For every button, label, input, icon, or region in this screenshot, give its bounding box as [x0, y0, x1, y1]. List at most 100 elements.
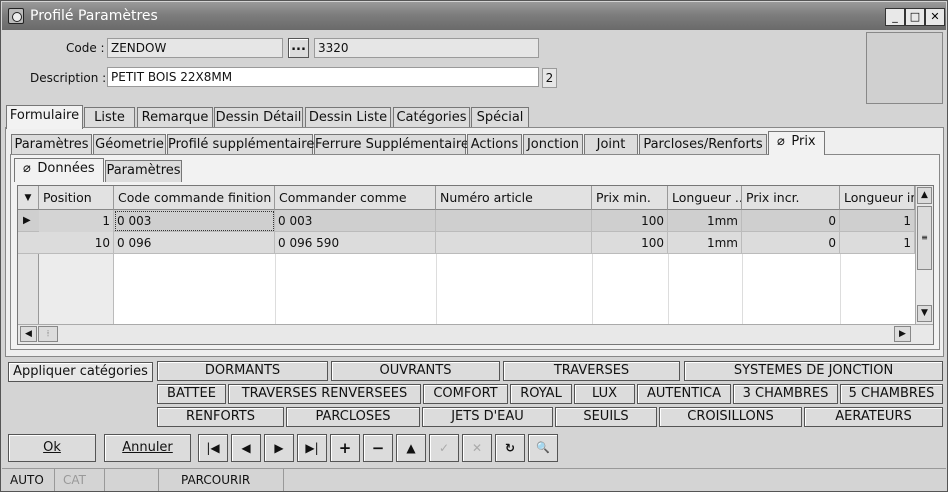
tab-remarque[interactable]: Remarque [137, 107, 213, 129]
cell-commander-comme[interactable]: 0 096 590 [275, 232, 436, 254]
cell-longueur-in[interactable]: 1 [840, 210, 915, 232]
cat-royal[interactable]: ROYAL [510, 384, 572, 404]
description-input[interactable]: PETIT BOIS 22X8MM [107, 67, 539, 87]
cell-numero-article[interactable] [436, 210, 592, 232]
scroll-left-icon[interactable]: ◀ [20, 326, 37, 342]
edit-record-icon[interactable]: ▲ [396, 434, 426, 462]
tab-parametres-inner[interactable]: Paramètres [105, 160, 182, 182]
tab-profile-supplementaire[interactable]: Profilé supplémentaire [167, 134, 314, 156]
scroll-up-icon[interactable]: ▲ [917, 187, 932, 204]
tab-formulaire[interactable]: Formulaire [6, 105, 83, 129]
tab-dessin-detail[interactable]: Dessin Détail [214, 107, 303, 129]
code-input[interactable]: ZENDOW [107, 38, 283, 58]
status-mode: AUTO [2, 469, 55, 491]
cat-ouvrants[interactable]: OUVRANTS [331, 361, 500, 381]
current-row-icon: ▶ [23, 215, 31, 226]
status-cat: CAT [55, 469, 105, 491]
status-bar: AUTO CAT PARCOURIR [2, 468, 946, 491]
vertical-scrollbar[interactable]: ▲ ≡ ▼ [915, 186, 933, 324]
paperclip-icon: ⌀ [23, 161, 31, 176]
cat-traverses-renversees[interactable]: TRAVERSES RENVERSEES [228, 384, 421, 404]
tab-joint[interactable]: Joint [584, 134, 638, 156]
tab-ferrure-supplementaire[interactable]: Ferrure Supplémentaire [314, 134, 469, 156]
delete-record-icon[interactable]: − [363, 434, 393, 462]
cell-prix-incr[interactable]: 0 [742, 232, 840, 254]
cat-battee[interactable]: BATTEE [157, 384, 226, 404]
cell-position[interactable]: 1 [39, 210, 114, 232]
tab-jonction[interactable]: Jonction [523, 134, 583, 156]
cat-systemes-jonction[interactable]: SYSTEMES DE JONCTION [684, 361, 943, 381]
paperclip-icon: ⌀ [777, 134, 785, 149]
scroll-down-icon[interactable]: ▼ [917, 305, 932, 322]
cat-jets-deau[interactable]: JETS D'EAU [422, 407, 553, 427]
cancel-button[interactable]: Annuler [104, 434, 191, 462]
last-record-icon[interactable]: ▶| [297, 434, 327, 462]
previous-record-icon[interactable]: ◀ [231, 434, 261, 462]
scroll-thumb[interactable]: ≡ [917, 206, 932, 270]
col-commander-comme[interactable]: Commander comme [275, 186, 436, 210]
hscroll-thumb[interactable]: ⦙ [38, 326, 58, 342]
browse-button[interactable]: ... [288, 38, 309, 58]
close-button[interactable]: ✕ [925, 8, 945, 26]
next-record-icon[interactable]: ▶ [264, 434, 294, 462]
search-icon[interactable]: 🔍 [528, 434, 558, 462]
scroll-right-icon[interactable]: ▶ [894, 326, 911, 342]
cell-numero-article[interactable] [436, 232, 592, 254]
cell-commander-comme[interactable]: 0 003 [275, 210, 436, 232]
title-bar: Profilé Paramètres _ □ ✕ [2, 2, 946, 30]
cell-code-commande[interactable]: 0 096 [114, 232, 275, 254]
tab-geometrie[interactable]: Géometrie [93, 134, 166, 156]
tab-liste[interactable]: Liste [84, 107, 135, 129]
add-record-icon[interactable]: + [330, 434, 360, 462]
tab-categories[interactable]: Catégories [393, 107, 470, 129]
cell-prix-incr[interactable]: 0 [742, 210, 840, 232]
cat-autentica[interactable]: AUTENTICA [637, 384, 731, 404]
app-icon [8, 8, 24, 24]
cat-5-chambres[interactable]: 5 CHAMBRES [840, 384, 943, 404]
status-blank [105, 469, 159, 491]
cat-renforts[interactable]: RENFORTS [157, 407, 284, 427]
cat-traverses[interactable]: TRAVERSES [503, 361, 680, 381]
cat-comfort[interactable]: COMFORT [423, 384, 508, 404]
col-longueur[interactable]: Longueur ... [668, 186, 742, 210]
cat-aerateurs[interactable]: AERATEURS [804, 407, 943, 427]
cat-seuils[interactable]: SEUILS [555, 407, 657, 427]
cell-position[interactable]: 10 [39, 232, 114, 254]
tab-actions[interactable]: Actions [467, 134, 522, 156]
cell-longueur-in[interactable]: 1 [840, 232, 915, 254]
grid-line [840, 254, 841, 324]
first-record-icon[interactable]: |◀ [198, 434, 228, 462]
grid-menu-icon[interactable]: ▼ [18, 186, 39, 210]
maximize-button[interactable]: □ [905, 8, 925, 26]
cell-longueur[interactable]: 1mm [668, 210, 742, 232]
tab-prix[interactable]: ⌀ Prix [768, 131, 825, 155]
col-prix-incr[interactable]: Prix incr. [742, 186, 840, 210]
tab-parametres[interactable]: Paramètres [11, 134, 92, 156]
table-row[interactable]: 10 0 096 0 096 590 100 1mm 0 1 [18, 232, 915, 254]
cell-code-commande[interactable]: 0 003 [114, 210, 275, 232]
cell-prix-min[interactable]: 100 [592, 210, 668, 232]
tab-parcloses-renforts[interactable]: Parcloses/Renforts [639, 134, 767, 156]
cat-lux[interactable]: LUX [574, 384, 635, 404]
col-longueur-in[interactable]: Longueur in [840, 186, 915, 210]
cat-3-chambres[interactable]: 3 CHAMBRES [733, 384, 838, 404]
col-numero-article[interactable]: Numéro article [436, 186, 592, 210]
ok-button[interactable]: Ok [8, 434, 96, 462]
col-position[interactable]: Position [39, 186, 114, 210]
apply-categories-button[interactable]: Appliquer catégories [8, 362, 153, 382]
cat-parcloses[interactable]: PARCLOSES [286, 407, 420, 427]
cell-longueur[interactable]: 1mm [668, 232, 742, 254]
table-row[interactable]: ▶ 1 0 003 0 003 100 1mm 0 1 [18, 210, 915, 232]
minimize-button[interactable]: _ [885, 8, 905, 26]
col-prix-min[interactable]: Prix min. [592, 186, 668, 210]
tab-dessin-liste[interactable]: Dessin Liste [305, 107, 391, 129]
cat-dormants[interactable]: DORMANTS [157, 361, 328, 381]
col-code-commande[interactable]: Code commande finition [114, 186, 275, 210]
refresh-icon[interactable]: ↻ [495, 434, 525, 462]
horizontal-scrollbar[interactable]: ◀ ⦙ ▶ [18, 324, 933, 344]
cell-prix-min[interactable]: 100 [592, 232, 668, 254]
price-grid[interactable]: ▼ Position Code commande finition Comman… [17, 185, 934, 345]
cat-croisillons[interactable]: CROISILLONS [659, 407, 802, 427]
tab-special[interactable]: Spécial [471, 107, 529, 129]
tab-donnees[interactable]: ⌀ Données [14, 158, 104, 182]
